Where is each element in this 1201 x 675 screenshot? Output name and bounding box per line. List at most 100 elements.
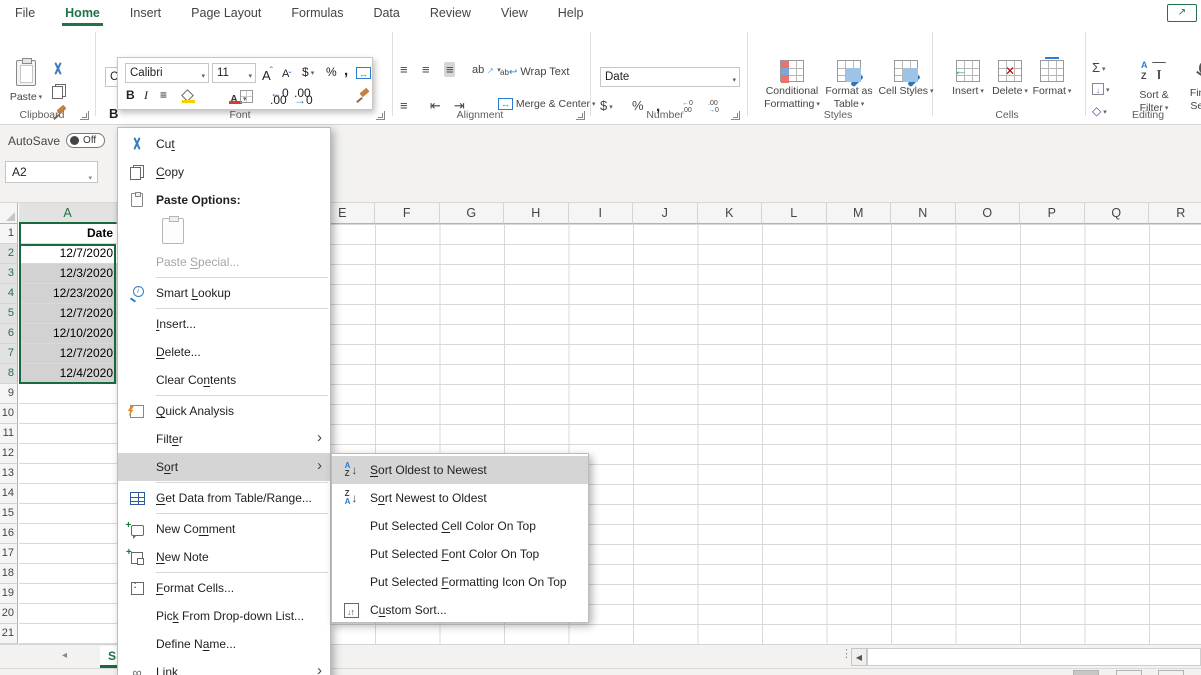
- row-header-14[interactable]: 14: [0, 484, 18, 504]
- submenu-item-custom-sort[interactable]: Custom Sort...: [332, 596, 588, 624]
- mini-italic-icon[interactable]: I: [144, 88, 148, 103]
- row-header-16[interactable]: 16: [0, 524, 18, 544]
- hscroll-left-arrow[interactable]: ◀: [851, 648, 867, 666]
- mini-decrease-decimal-icon[interactable]: .00→0: [294, 90, 313, 104]
- row-header-2[interactable]: 2: [0, 244, 18, 264]
- align-bottom-icon[interactable]: ≡: [444, 62, 455, 77]
- menu-item-insert[interactable]: Insert...: [118, 310, 330, 338]
- menu-item-delete[interactable]: Delete...: [118, 338, 330, 366]
- submenu-item-sort-oldest-to-newest[interactable]: AZ↓Sort Oldest to Newest: [332, 456, 588, 484]
- row-header-4[interactable]: 4: [0, 284, 18, 304]
- insert-cells-button[interactable]: Insert: [948, 60, 988, 128]
- column-header-r[interactable]: R: [1149, 203, 1201, 224]
- menu-item-pick-from-drop-down-list[interactable]: Pick From Drop-down List...: [118, 602, 330, 630]
- column-header-j[interactable]: J: [633, 203, 698, 224]
- view-page-layout-button[interactable]: [1116, 670, 1142, 675]
- tab-help[interactable]: Help: [543, 0, 599, 26]
- autosum-icon[interactable]: [1092, 60, 1106, 75]
- row-header-7[interactable]: 7: [0, 344, 18, 364]
- align-left-icon[interactable]: ≡: [400, 98, 407, 113]
- row-header-21[interactable]: 21: [0, 624, 18, 644]
- menu-item-format-cells[interactable]: Format Cells...: [118, 574, 330, 602]
- wrap-text-button[interactable]: Wrap Text: [500, 66, 569, 78]
- column-header-g[interactable]: G: [440, 203, 505, 224]
- column-header-n[interactable]: N: [891, 203, 956, 224]
- paste-option-button[interactable]: [118, 214, 330, 248]
- menu-item-define-name[interactable]: Define Name...: [118, 630, 330, 658]
- mini-increase-font-icon[interactable]: [262, 66, 273, 83]
- tab-insert[interactable]: Insert: [115, 0, 176, 26]
- column-header-p[interactable]: P: [1020, 203, 1085, 224]
- menu-item-sort[interactable]: Sort›: [118, 453, 330, 481]
- font-dialog-launcher[interactable]: [376, 111, 385, 120]
- tab-file[interactable]: File: [0, 0, 50, 26]
- menu-item-new-note[interactable]: New Note: [118, 543, 330, 571]
- tab-home[interactable]: Home: [50, 0, 115, 26]
- row-header-17[interactable]: 17: [0, 544, 18, 564]
- mini-font-name-combo[interactable]: Calibri▾: [125, 63, 209, 83]
- find-select-button[interactable]: Find & Select: [1180, 60, 1201, 113]
- align-middle-icon[interactable]: ≡: [422, 62, 429, 77]
- column-header-a[interactable]: A: [19, 203, 117, 224]
- decrease-indent-icon[interactable]: ⇤: [430, 98, 440, 114]
- decrease-decimal-icon[interactable]: .00→0: [708, 100, 719, 114]
- row-header-8[interactable]: 8: [0, 364, 18, 384]
- cell-a7[interactable]: 12/7/2020: [19, 344, 117, 364]
- fill-icon[interactable]: [1092, 82, 1110, 96]
- percent-format-icon[interactable]: %: [632, 98, 644, 113]
- column-header-o[interactable]: O: [956, 203, 1021, 224]
- clear-icon[interactable]: [1092, 104, 1107, 118]
- copy-icon[interactable]: [52, 84, 66, 99]
- view-page-break-button[interactable]: [1158, 670, 1184, 675]
- mini-merge-icon[interactable]: [356, 67, 371, 79]
- mini-percent-icon[interactable]: %: [326, 65, 337, 79]
- mini-increase-decimal-icon[interactable]: ←0.00: [270, 90, 289, 104]
- row-header-3[interactable]: 3: [0, 264, 18, 284]
- submenu-item-put-selected-cell-color-on-top[interactable]: Put Selected Cell Color On Top: [332, 512, 588, 540]
- tab-review[interactable]: Review: [415, 0, 486, 26]
- number-dialog-launcher[interactable]: [731, 111, 740, 120]
- mini-accounting-icon[interactable]: $: [302, 65, 314, 79]
- menu-item-smart-lookup[interactable]: Smart Lookup: [118, 279, 330, 307]
- cell-a4[interactable]: 12/23/2020: [19, 284, 117, 304]
- column-header-h[interactable]: H: [504, 203, 569, 224]
- menu-item-filter[interactable]: Filter›: [118, 425, 330, 453]
- horizontal-scrollbar[interactable]: [867, 648, 1201, 666]
- autosave-toggle[interactable]: Off: [66, 133, 105, 148]
- submenu-item-put-selected-formatting-icon-on-top[interactable]: Put Selected Formatting Icon On Top: [332, 568, 588, 596]
- menu-item-get-data-from-table-range[interactable]: Get Data from Table/Range...: [118, 484, 330, 512]
- cell-a1[interactable]: Date: [19, 224, 117, 244]
- column-header-m[interactable]: M: [827, 203, 892, 224]
- row-header-11[interactable]: 11: [0, 424, 18, 444]
- mini-font-color-icon[interactable]: [227, 91, 240, 104]
- tab-view[interactable]: View: [486, 0, 543, 26]
- menu-item-cut[interactable]: Cut: [118, 130, 330, 158]
- mini-bold-icon[interactable]: B: [126, 88, 135, 102]
- cell-a2[interactable]: 12/7/2020: [19, 244, 117, 264]
- cell-a8[interactable]: 12/4/2020: [19, 364, 117, 384]
- share-icon[interactable]: ↗: [1167, 4, 1197, 22]
- select-all-corner[interactable]: [0, 203, 18, 224]
- clipboard-dialog-launcher[interactable]: [80, 111, 89, 120]
- merge-center-button[interactable]: Merge & Center: [498, 98, 596, 110]
- row-header-19[interactable]: 19: [0, 584, 18, 604]
- menu-item-new-comment[interactable]: New Comment: [118, 515, 330, 543]
- row-header-5[interactable]: 5: [0, 304, 18, 324]
- align-top-icon[interactable]: ≡: [400, 62, 407, 77]
- mini-comma-icon[interactable]: [344, 62, 348, 79]
- mini-font-size-combo[interactable]: 11▾: [212, 63, 256, 83]
- row-header-18[interactable]: 18: [0, 564, 18, 584]
- mini-decrease-font-icon[interactable]: [282, 66, 292, 82]
- mini-fill-color-icon[interactable]: [180, 91, 193, 103]
- tab-data[interactable]: Data: [358, 0, 414, 26]
- column-header-l[interactable]: L: [762, 203, 827, 224]
- submenu-item-sort-newest-to-oldest[interactable]: ZA↓Sort Newest to Oldest: [332, 484, 588, 512]
- cell-a3[interactable]: 12/3/2020: [19, 264, 117, 284]
- number-format-combo[interactable]: Date▾: [600, 67, 740, 87]
- tab-formulas[interactable]: Formulas: [276, 0, 358, 26]
- name-box[interactable]: A2▾: [5, 161, 98, 183]
- accounting-format-icon[interactable]: $: [600, 98, 613, 113]
- row-header-1[interactable]: 1: [0, 224, 18, 244]
- row-header-10[interactable]: 10: [0, 404, 18, 424]
- mini-align-icon[interactable]: ≡: [160, 88, 167, 102]
